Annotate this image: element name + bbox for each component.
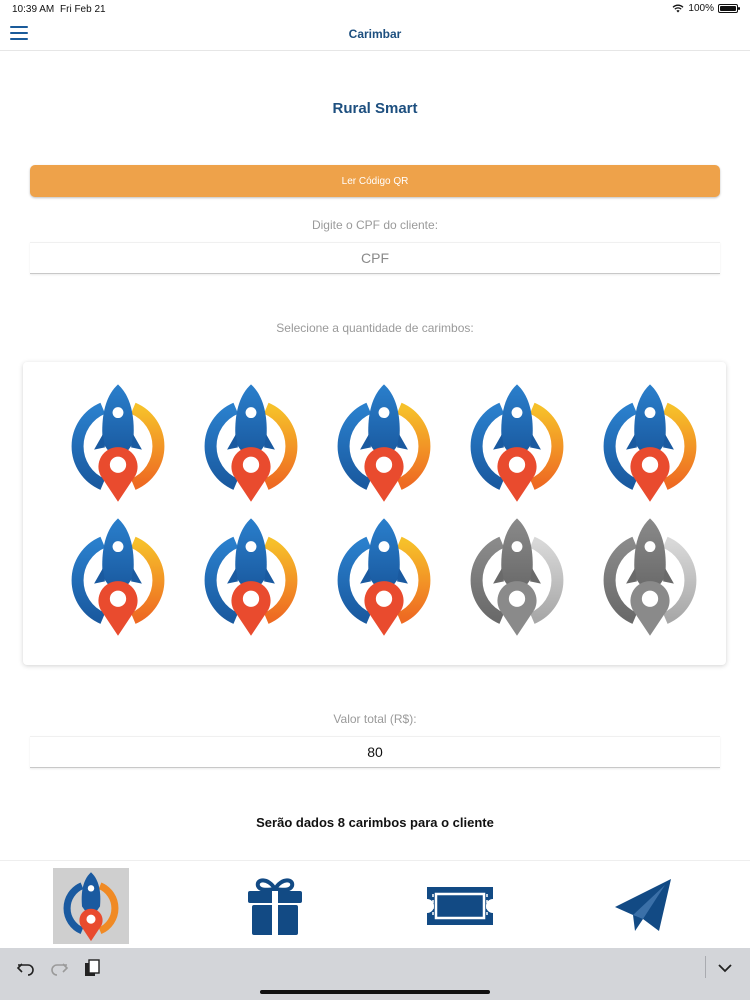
stamp-selected[interactable] xyxy=(51,514,184,648)
paper-plane-icon xyxy=(615,879,671,931)
read-qr-button[interactable]: Ler Código QR xyxy=(30,165,720,197)
status-right: 100% xyxy=(672,3,740,14)
valor-label: Valor total (R$): xyxy=(333,712,417,726)
status-time: 10:39 AM xyxy=(12,4,55,15)
valor-input[interactable] xyxy=(30,736,720,768)
tab-send[interactable] xyxy=(605,868,681,944)
redo-icon[interactable] xyxy=(49,958,69,978)
battery-icon xyxy=(718,4,740,13)
rocket-pin-icon xyxy=(337,384,430,502)
ticket-icon xyxy=(427,887,493,925)
keyboard-bar-separator xyxy=(705,956,706,978)
rocket-pin-icon xyxy=(603,518,696,636)
status-bar: 10:39 AM Fri Feb 21 100% xyxy=(0,0,750,18)
stamp-selected[interactable] xyxy=(317,380,450,514)
tab-ticket[interactable] xyxy=(422,868,498,944)
tab-stamp[interactable] xyxy=(53,868,129,944)
rocket-pin-icon xyxy=(204,518,297,636)
stamps-label: Selecione a quantidade de carimbos: xyxy=(276,321,474,335)
stamp-grid xyxy=(51,380,701,648)
app-title: Rural Smart xyxy=(332,100,418,117)
stamp-selector-card xyxy=(23,362,726,665)
rocket-pin-icon xyxy=(63,872,119,942)
nav-bar: Carimbar xyxy=(0,18,750,51)
stamp-selected[interactable] xyxy=(184,514,317,648)
stamp-selected[interactable] xyxy=(184,380,317,514)
paste-icon[interactable] xyxy=(82,958,102,978)
battery-percent: 100% xyxy=(688,3,714,14)
stamp-selected[interactable] xyxy=(317,514,450,648)
undo-icon[interactable] xyxy=(16,958,36,978)
gift-icon xyxy=(248,878,302,935)
stamp-summary: Serão dados 8 carimbos para o cliente xyxy=(256,815,494,830)
rocket-pin-icon xyxy=(603,384,696,502)
rocket-pin-icon xyxy=(204,384,297,502)
rocket-pin-icon xyxy=(71,384,164,502)
cpf-input[interactable] xyxy=(30,242,720,274)
wifi-icon xyxy=(672,4,684,13)
rocket-pin-icon xyxy=(337,518,430,636)
cpf-label: Digite o CPF do cliente: xyxy=(311,218,439,232)
stamp-selected[interactable] xyxy=(51,380,184,514)
status-date: Fri Feb 21 xyxy=(60,4,106,15)
stamp-selected[interactable] xyxy=(583,380,716,514)
rocket-pin-icon xyxy=(470,518,563,636)
stamp-selected[interactable] xyxy=(450,380,583,514)
home-indicator xyxy=(260,990,490,994)
tab-gift[interactable] xyxy=(237,868,313,944)
rocket-pin-icon xyxy=(470,384,563,502)
tab-bar xyxy=(0,860,750,949)
stamp-unselected[interactable] xyxy=(450,514,583,648)
chevron-down-icon[interactable] xyxy=(715,958,735,978)
stamp-unselected[interactable] xyxy=(583,514,716,648)
rocket-pin-icon xyxy=(71,518,164,636)
nav-title: Carimbar xyxy=(348,27,402,41)
